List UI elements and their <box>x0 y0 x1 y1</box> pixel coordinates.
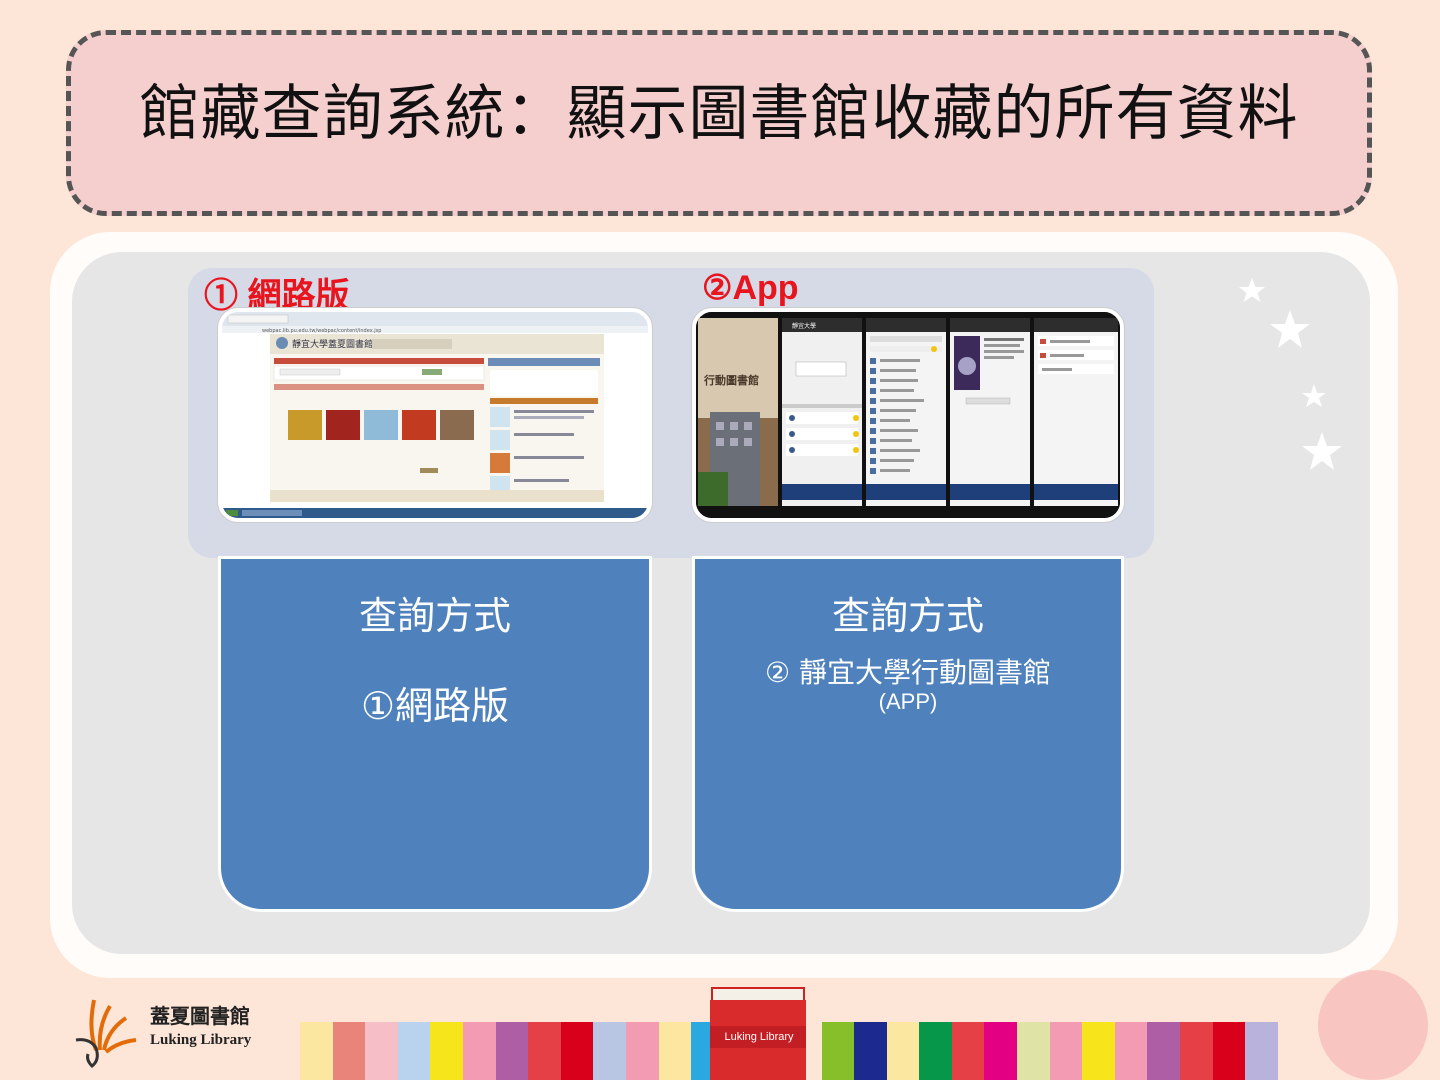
page-title: 館藏查詢系統：顯示圖書館收藏的所有資料 <box>139 79 1299 149</box>
browser-url-text: webpac.lib.pu.edu.tw/webpac/content/inde… <box>262 328 381 334</box>
book-label: Luking Library <box>724 1031 794 1043</box>
card-heading: 查詢方式 <box>358 594 511 638</box>
card-item-app-note: (APP) <box>878 689 938 714</box>
app-screens-image: 行動圖書館 靜宜大學 <box>696 312 1120 518</box>
library-name: 蓋夏圖書館 <box>150 1004 250 1028</box>
library-logo-icon <box>75 999 137 1068</box>
web-opac-image: webpac.lib.pu.edu.tw/webpac/content/inde… <box>222 312 648 518</box>
title-box: 館藏查詢系統：顯示圖書館收藏的所有資料 <box>66 30 1372 216</box>
web-site-title: 靜宜大學蓋夏圖書館 <box>292 338 373 350</box>
decorative-stars-icon <box>1239 278 1342 470</box>
card-item-app: ② 靜宜大學行動圖書館 <box>764 656 1051 689</box>
app-screen-title: 靜宜大學 <box>792 322 816 330</box>
app-version-label: ②App <box>702 269 799 307</box>
library-name-english: Luking Library <box>150 1032 252 1048</box>
decorative-circle <box>1318 970 1428 1080</box>
web-opac-screenshot: webpac.lib.pu.edu.tw/webpac/content/inde… <box>218 308 652 522</box>
query-method-card-web: 查詢方式 ①網路版 <box>218 556 652 912</box>
library-logo: 蓋夏圖書館 Luking Library <box>66 990 276 1070</box>
app-splash-text: 行動圖書館 <box>703 373 759 387</box>
query-method-card-app: 查詢方式 ② 靜宜大學行動圖書館 (APP) <box>692 556 1124 912</box>
card-heading: 查詢方式 <box>831 594 984 638</box>
app-screenshot: 行動圖書館 靜宜大學 <box>692 308 1124 522</box>
card-item-web: ①網路版 <box>360 684 510 728</box>
